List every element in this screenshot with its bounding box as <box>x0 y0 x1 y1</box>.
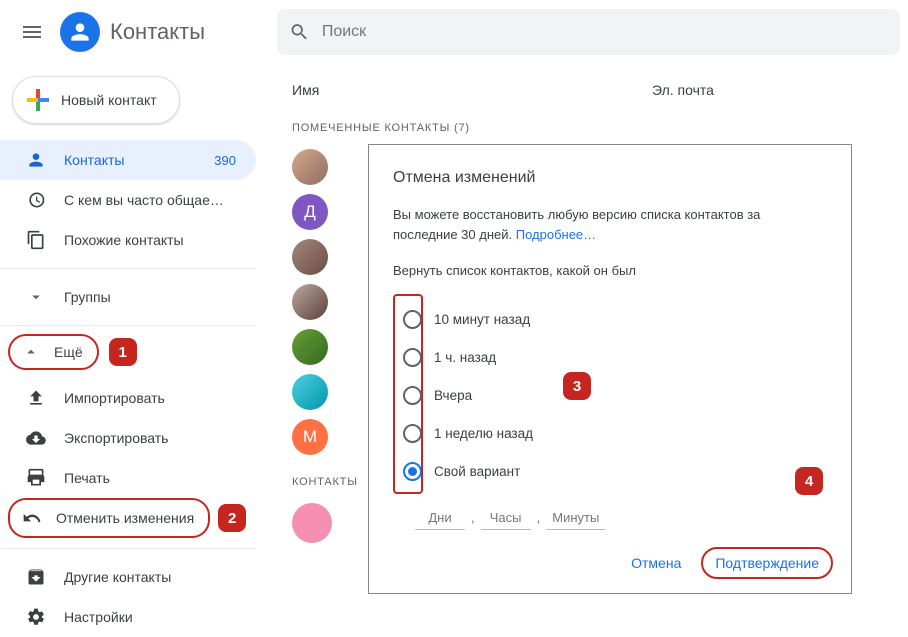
divider <box>0 548 256 549</box>
hamburger-menu-button[interactable] <box>8 8 56 56</box>
gear-icon <box>26 607 46 627</box>
restore-point-radio-group: 3 10 минут назад 1 ч. назад Вчера 1 неде… <box>393 292 827 498</box>
search-bar[interactable] <box>277 9 900 55</box>
search-icon <box>289 21 310 43</box>
dialog-subtitle: Вернуть список контактов, какой он был <box>393 263 827 278</box>
radio-option-10min[interactable]: 10 минут назад <box>403 300 827 338</box>
sidebar-item-import[interactable]: Импортировать <box>0 378 256 418</box>
sidebar-item-export[interactable]: Экспортировать <box>0 418 256 458</box>
divider <box>0 268 256 269</box>
sidebar-item-settings[interactable]: Настройки <box>0 597 256 637</box>
hamburger-icon <box>20 20 44 44</box>
sidebar: Новый контакт Контакты 390 С кем вы част… <box>0 64 256 637</box>
radio-option-custom[interactable]: Свой вариант <box>403 452 827 490</box>
app-title: Контакты <box>110 19 205 45</box>
contact-avatar[interactable] <box>292 329 328 365</box>
sidebar-item-similar[interactable]: Похожие контакты <box>0 220 256 260</box>
column-email: Эл. почта <box>652 82 714 98</box>
callout-outline-3 <box>393 294 423 494</box>
print-icon <box>26 468 46 488</box>
custom-minutes-input[interactable]: Минуты <box>546 510 605 530</box>
contact-avatar[interactable] <box>292 374 328 410</box>
sidebar-groups-toggle[interactable]: Группы <box>0 277 256 317</box>
callout-badge-3: 3 <box>563 372 591 400</box>
callout-badge-2: 2 <box>218 504 246 532</box>
contacts-avatars: Д М <box>292 149 362 455</box>
app-header: Контакты <box>0 0 908 64</box>
chevron-down-icon <box>26 287 46 307</box>
section-starred-label: ПОМЕЧЕННЫЕ КОНТАКТЫ (7) <box>292 110 896 140</box>
chevron-up-icon <box>22 343 40 361</box>
search-input[interactable] <box>322 23 888 41</box>
new-contact-label: Новый контакт <box>61 92 157 108</box>
contact-avatar[interactable] <box>292 149 328 185</box>
custom-hours-input[interactable]: Часы <box>481 510 531 530</box>
callout-badge-4: 4 <box>795 467 823 495</box>
column-name: Имя <box>292 82 652 98</box>
upload-icon <box>26 388 46 408</box>
dialog-title: Отмена изменений <box>393 169 827 187</box>
sidebar-item-other-contacts[interactable]: Другие контакты <box>0 557 256 597</box>
radio-option-yesterday[interactable]: Вчера <box>403 376 827 414</box>
dialog-actions: Отмена Подтверждение <box>621 547 833 579</box>
column-headers: Имя Эл. почта <box>292 64 896 110</box>
person-icon <box>26 150 46 170</box>
undo-changes-dialog: Отмена изменений Вы можете восстановить … <box>368 144 852 594</box>
sidebar-item-frequent[interactable]: С кем вы часто общае… <box>0 180 256 220</box>
contacts-logo <box>60 12 100 52</box>
cloud-download-icon <box>26 428 46 448</box>
copy-icon <box>26 230 46 250</box>
sidebar-more-toggle[interactable]: Ещё <box>8 334 99 370</box>
history-icon <box>26 190 46 210</box>
divider <box>0 325 256 326</box>
contact-avatar[interactable] <box>292 239 328 275</box>
sidebar-item-undo-changes[interactable]: Отменить изменения <box>8 498 210 538</box>
contact-avatar[interactable] <box>292 503 332 543</box>
radio-option-1hour[interactable]: 1 ч. назад <box>403 338 827 376</box>
sidebar-item-print[interactable]: Печать <box>0 458 256 498</box>
person-icon <box>67 19 93 45</box>
custom-days-input[interactable]: Дни <box>415 510 465 530</box>
sidebar-item-contacts[interactable]: Контакты 390 <box>0 140 256 180</box>
contact-avatar[interactable]: М <box>292 419 328 455</box>
contact-avatar[interactable] <box>292 284 328 320</box>
callout-badge-1: 1 <box>109 338 137 366</box>
learn-more-link[interactable]: Подробнее… <box>516 227 596 242</box>
plus-icon <box>27 89 49 111</box>
contact-avatar[interactable]: Д <box>292 194 328 230</box>
undo-icon <box>22 508 42 528</box>
new-contact-button[interactable]: Новый контакт <box>12 76 180 124</box>
custom-time-inputs: Дни, Часы, Минуты <box>393 510 827 530</box>
dialog-description: Вы можете восстановить любую версию спис… <box>393 205 827 245</box>
cancel-button[interactable]: Отмена <box>621 547 691 579</box>
archive-icon <box>26 567 46 587</box>
confirm-button[interactable]: Подтверждение <box>701 547 833 579</box>
radio-option-1week[interactable]: 1 неделю назад <box>403 414 827 452</box>
